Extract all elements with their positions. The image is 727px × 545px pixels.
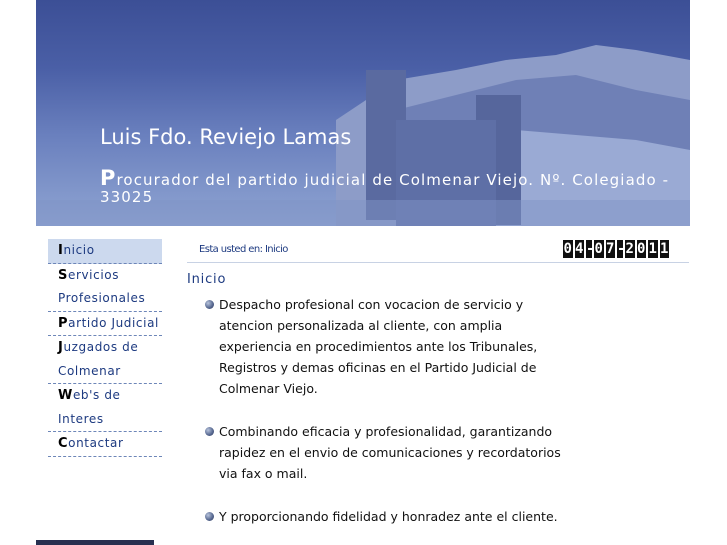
date-digit: 1: [659, 240, 669, 258]
date-digit: 0: [594, 240, 604, 258]
sidebar-item-contactar[interactable]: Contactar: [48, 432, 162, 457]
sidebar-nav: Inicio Servicios Profesionales Partido J…: [48, 239, 162, 457]
sidebar-item-webs[interactable]: Web's de Interes: [48, 384, 162, 432]
bullet-icon: [205, 427, 214, 436]
date-digit: 2: [625, 240, 635, 258]
nav-initial: C: [58, 436, 69, 451]
nav-initial: W: [58, 388, 73, 403]
nav-label: artido Judicial: [68, 315, 159, 330]
subtitle-initial: P: [100, 166, 117, 190]
nav-label: uzgados de Colmenar: [58, 340, 139, 378]
list-item: Y proporcionando fidelidad y honradez an…: [205, 506, 575, 527]
date-digit: 1: [648, 240, 658, 258]
nav-label: ontactar: [68, 436, 124, 450]
sidebar-item-juzgados[interactable]: Juzgados de Colmenar: [48, 336, 162, 384]
bullet-icon: [205, 512, 214, 521]
list-item-text: Despacho profesional con vocacion de ser…: [219, 297, 538, 396]
date-digit: 0: [636, 240, 646, 258]
nav-initial: P: [58, 315, 69, 331]
site-subtitle: Procurador del partido judicial de Colme…: [100, 168, 690, 206]
footer-image-edge: [36, 540, 154, 545]
nav-initial: S: [58, 267, 68, 283]
list-item: Despacho profesional con vocacion de ser…: [205, 294, 575, 399]
date-digit: 4: [574, 240, 584, 258]
date-display: 04-07-2011: [563, 240, 669, 258]
date-digit: 7: [605, 240, 615, 258]
sidebar-item-servicios[interactable]: Servicios Profesionales: [48, 264, 162, 312]
date-separator: -: [586, 240, 595, 258]
breadcrumb-divider: [187, 262, 689, 263]
site-title: Luis Fdo. Reviejo Lamas: [100, 125, 352, 149]
page-title: Inicio: [187, 272, 227, 287]
list-item: Combinando eficacia y profesionalidad, g…: [205, 421, 575, 484]
breadcrumb: Esta usted en: Inicio: [199, 244, 288, 255]
list-item-text: Y proporcionando fidelidad y honradez an…: [219, 509, 558, 524]
nav-label: nicio: [63, 243, 95, 257]
content-list: Despacho profesional con vocacion de ser…: [205, 294, 575, 527]
date-digit: 0: [563, 240, 573, 258]
subtitle-text: rocurador del partido judicial de Colmen…: [100, 171, 670, 206]
header-banner: Luis Fdo. Reviejo Lamas Procurador del p…: [36, 0, 690, 226]
bullet-icon: [205, 300, 214, 309]
sidebar-item-partido[interactable]: Partido Judicial: [48, 312, 162, 336]
list-item-text: Combinando eficacia y profesionalidad, g…: [219, 424, 561, 481]
sidebar-item-inicio[interactable]: Inicio: [48, 239, 162, 264]
nav-label: ervicios Profesionales: [58, 267, 146, 306]
date-separator: -: [617, 240, 626, 258]
